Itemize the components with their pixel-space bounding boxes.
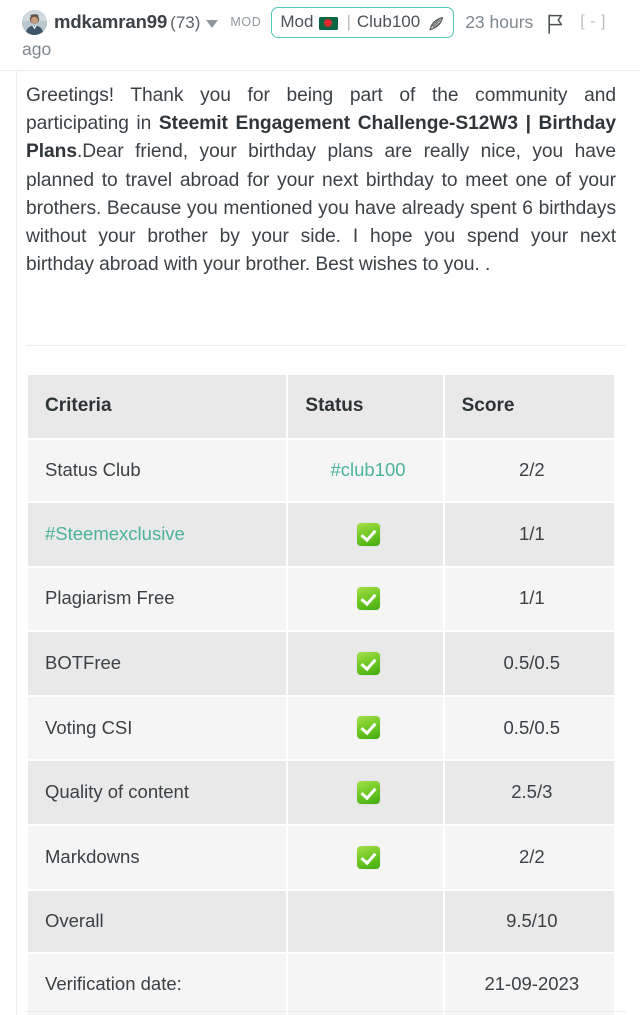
cell-status (288, 826, 443, 889)
cell-criteria: Quality of content (28, 761, 287, 825)
check-mark-icon (356, 522, 380, 546)
mod-tag: MOD (230, 14, 262, 29)
criteria-link[interactable]: #Steemexclusive (45, 523, 185, 544)
cell-criteria: Overall (28, 890, 287, 952)
timestamp-suffix: ago (22, 39, 52, 60)
cell-status: #club100 (288, 440, 443, 501)
cell-criteria: BOTFree (28, 632, 287, 695)
cell-status (288, 953, 443, 1015)
cell-status (288, 761, 443, 825)
cell-status (288, 632, 443, 695)
cell-status (288, 503, 443, 566)
cell-criteria: Voting CSI (28, 696, 287, 760)
column-header-criteria: Criteria (28, 375, 287, 438)
cell-score: 0.5/0.5 (444, 696, 614, 760)
comment-body: Greetings! Thank you for being part of t… (16, 71, 626, 1015)
table-header-row: Criteria Status Score (28, 375, 614, 438)
cell-score: 9.5/10 (444, 890, 614, 952)
cell-criteria: Status Club (28, 440, 287, 501)
author-reputation: (73) (170, 12, 201, 32)
badge-separator: | (346, 12, 351, 31)
status-club-link[interactable]: #club100 (330, 459, 405, 480)
author-username[interactable]: mdkamran99 (54, 8, 167, 37)
club-badge[interactable]: Mod | Club100 (271, 7, 455, 39)
collapse-toggle[interactable]: [ - ] (580, 10, 606, 35)
column-header-score: Score (444, 375, 614, 438)
cell-status (288, 696, 443, 760)
avatar[interactable] (22, 10, 47, 36)
cell-status (288, 567, 443, 631)
timestamp[interactable]: 23 hours (465, 9, 533, 36)
table-row: Quality of content 2.5/3 (28, 761, 614, 825)
body-divider (26, 345, 626, 346)
quill-pen-icon (428, 16, 445, 33)
bottom-divider (26, 1011, 626, 1012)
criteria-table-body: Status Club #club100 2/2 #Steemexclusive 1/1… (28, 440, 614, 1015)
comment-header: mdkamran99 (73) MOD Mod | Club100 23 hou… (0, 0, 640, 63)
check-mark-icon (356, 845, 380, 869)
table-row: Markdowns 2/2 (28, 826, 614, 889)
cell-score: 0.5/0.5 (444, 632, 614, 695)
check-mark-icon (356, 587, 380, 611)
badge-club-label: Club100 (356, 12, 421, 31)
cell-criteria: #Steemexclusive (28, 503, 287, 566)
table-row: Overall 9.5/10 (28, 890, 614, 952)
cell-score: 1/1 (444, 503, 614, 566)
flag-report-icon[interactable] (547, 14, 564, 34)
check-mark-icon (356, 651, 380, 675)
cell-score: 2/2 (444, 440, 614, 501)
comment-text-part2: .Dear friend, your birthday plans are re… (26, 141, 616, 276)
chevron-down-icon[interactable] (206, 19, 219, 28)
table-row: Status Club #club100 2/2 (28, 440, 614, 501)
table-row: #Steemexclusive 1/1 (28, 503, 614, 566)
bangladesh-flag-icon (319, 16, 339, 30)
comment-container: mdkamran99 (73) MOD Mod | Club100 23 hou… (0, 0, 640, 1015)
table-row: Verification date: 21-09-2023 (28, 953, 614, 1015)
column-header-status: Status (288, 375, 443, 438)
check-mark-icon (356, 781, 380, 805)
check-mark-icon (356, 716, 380, 740)
cell-score: 21-09-2023 (444, 953, 614, 1015)
cell-score: 2/2 (444, 826, 614, 889)
cell-criteria: Plagiarism Free (28, 567, 287, 631)
badge-mod-label: Mod (280, 12, 314, 31)
comment-text: Greetings! Thank you for being part of t… (17, 71, 626, 280)
cell-score: 2.5/3 (444, 761, 614, 825)
criteria-table-wrapper: Criteria Status Score Status Club #club10… (26, 373, 616, 1015)
table-row: Plagiarism Free 1/1 (28, 567, 614, 631)
table-row: Voting CSI 0.5/0.5 (28, 696, 614, 760)
cell-criteria: Verification date: (28, 953, 287, 1015)
cell-criteria: Markdowns (28, 826, 287, 889)
cell-score: 1/1 (444, 567, 614, 631)
cell-status (288, 890, 443, 952)
criteria-table: Criteria Status Score Status Club #club10… (26, 373, 616, 1015)
table-row: BOTFree 0.5/0.5 (28, 632, 614, 695)
